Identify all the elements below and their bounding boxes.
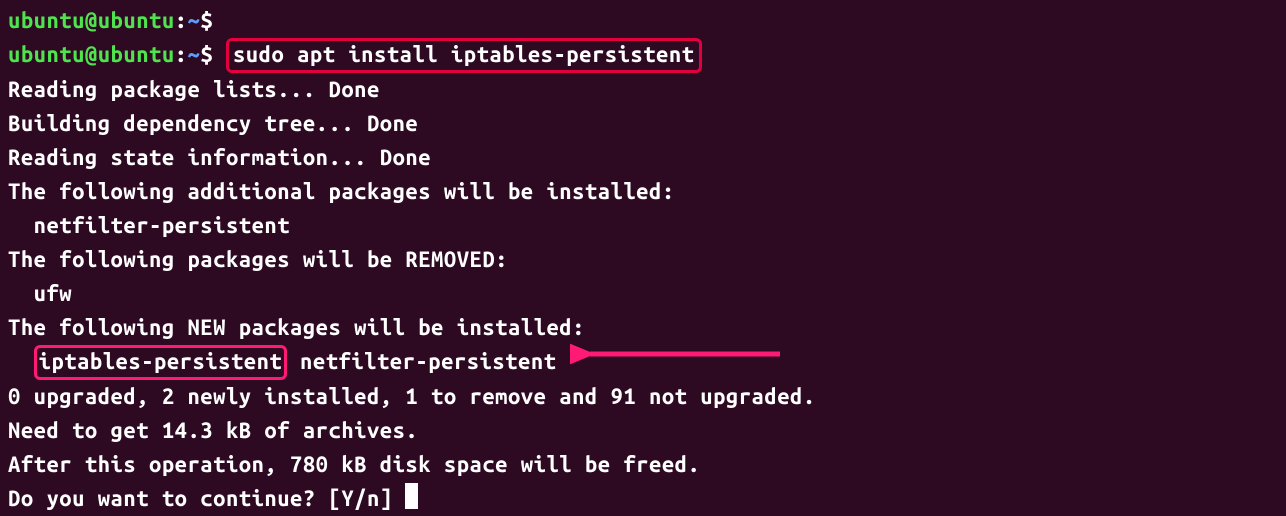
- prompt-dollar: $: [200, 42, 213, 67]
- output-line: The following additional packages will b…: [8, 175, 1278, 209]
- package-highlight: iptables-persistent: [34, 345, 288, 380]
- output-line: Reading state information... Done: [8, 141, 1278, 175]
- prompt-colon: :: [175, 8, 188, 33]
- prompt-dollar: $: [200, 8, 213, 33]
- prompt-colon: :: [175, 42, 188, 67]
- output-line-packages: iptables-persistent netfilter-persistent: [8, 345, 1278, 380]
- cursor-icon: [405, 483, 418, 509]
- prompt-user: ubuntu@ubuntu: [8, 8, 175, 33]
- prompt-path: ~: [188, 42, 201, 67]
- prompt-path: ~: [188, 8, 201, 33]
- continue-prompt-text: Do you want to continue? [Y/n]: [8, 486, 405, 511]
- output-line: The following NEW packages will be insta…: [8, 311, 1278, 345]
- prompt-user: ubuntu@ubuntu: [8, 42, 175, 67]
- output-line: 0 upgraded, 2 newly installed, 1 to remo…: [8, 380, 1278, 414]
- prompt-line-command: ubuntu@ubuntu:~$ sudo apt install iptabl…: [8, 38, 1278, 73]
- output-line: The following packages will be REMOVED:: [8, 243, 1278, 277]
- output-line: Reading package lists... Done: [8, 73, 1278, 107]
- output-line: After this operation, 780 kB disk space …: [8, 448, 1278, 482]
- prompt-line-empty: ubuntu@ubuntu:~$: [8, 4, 1278, 38]
- output-line: ufw: [8, 277, 1278, 311]
- output-line: netfilter-persistent: [8, 209, 1278, 243]
- output-line: Need to get 14.3 kB of archives.: [8, 414, 1278, 448]
- package-text: netfilter-persistent: [287, 349, 556, 374]
- output-prompt-continue[interactable]: Do you want to continue? [Y/n]: [8, 482, 1278, 516]
- output-line: Building dependency tree... Done: [8, 107, 1278, 141]
- command-highlight: sudo apt install iptables-persistent: [226, 38, 702, 73]
